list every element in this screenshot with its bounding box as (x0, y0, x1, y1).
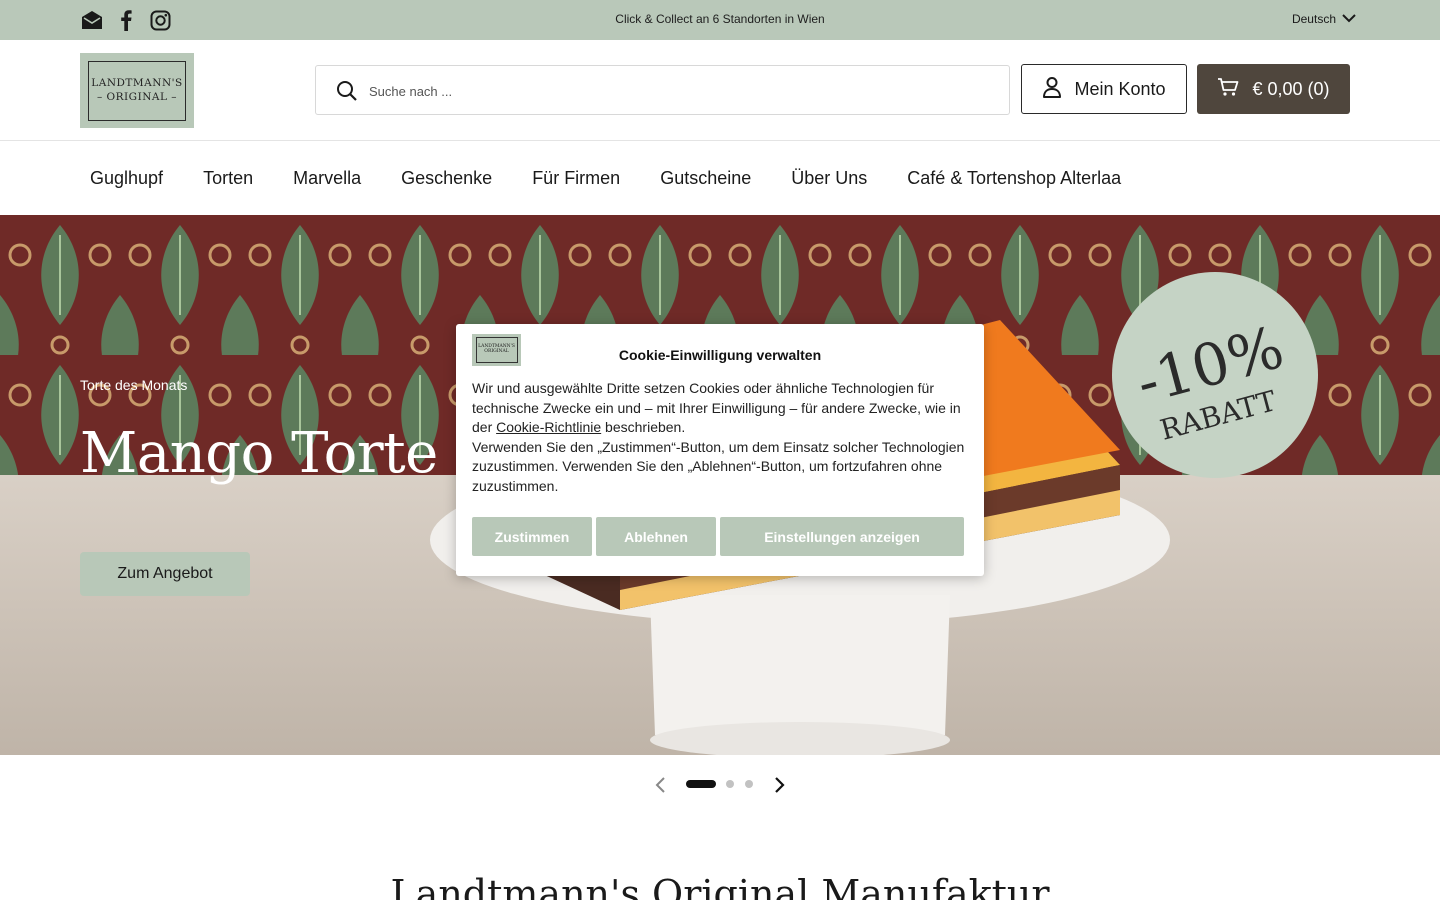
site-logo[interactable]: LANDTMANN'S – ORIGINAL – (80, 53, 194, 128)
logo-line-1: LANDTMANN'S (91, 77, 183, 90)
account-button[interactable]: Mein Konto (1021, 64, 1187, 114)
chevron-down-icon (1342, 12, 1356, 26)
cookie-title: Cookie-Einwilligung verwalten (618, 347, 822, 363)
nav-list: Guglhupf Torten Marvella Geschenke Für Firme… (90, 168, 1121, 189)
cart-label: € 0,00 (0) (1252, 78, 1330, 99)
cookie-text-after-link: beschrieben. (601, 419, 686, 435)
cookie-settings-button[interactable]: Einstellungen anzeigen (720, 517, 964, 556)
main-nav: Guglhupf Torten Marvella Geschenke Für Firme… (0, 141, 1440, 215)
logo-frame: LANDTMANN'S – ORIGINAL – (88, 60, 186, 121)
carousel-controls (650, 772, 790, 798)
language-selector[interactable]: Deutsch (1292, 12, 1356, 26)
nav-item[interactable]: Geschenke (401, 168, 492, 189)
chevron-right-icon[interactable] (774, 776, 786, 799)
nav-item[interactable]: Über Uns (791, 168, 867, 189)
discount-badge: -10% RABATT (1112, 272, 1318, 478)
promo-text: Click & Collect an 6 Standorten in Wien (615, 12, 825, 26)
nav-item[interactable]: Gutscheine (660, 168, 751, 189)
language-label: Deutsch (1291, 12, 1336, 26)
nav-item[interactable]: Marvella (293, 168, 361, 189)
carousel-dot[interactable] (745, 780, 753, 788)
logo-line-2: – ORIGINAL – (96, 90, 178, 103)
account-label: Mein Konto (1074, 78, 1166, 99)
cookie-text: Wir und ausgewählte Dritte setzen Cookie… (472, 379, 972, 496)
search-icon[interactable] (336, 80, 358, 107)
section-title: Landtmann's Original Manufaktur (390, 872, 1050, 900)
carousel-dot-active[interactable] (686, 780, 716, 788)
search-box (315, 65, 1010, 115)
hero-eyebrow: Torte des Monats (80, 377, 188, 393)
hero-cta-button[interactable]: Zum Angebot (80, 552, 250, 596)
nav-item[interactable]: Guglhupf (90, 168, 163, 189)
cart-icon (1217, 77, 1239, 102)
cookie-text-second: Verwenden Sie den „Zustimmen“-Button, um… (472, 438, 965, 494)
site-header: LANDTMANN'S – ORIGINAL – Mein Konto € 0,… (0, 40, 1440, 141)
carousel-dot[interactable] (726, 780, 734, 788)
hero-title: Mango Torte (80, 421, 438, 486)
cookie-policy-link[interactable]: Cookie-Richtlinie (496, 419, 601, 435)
cart-button[interactable]: € 0,00 (0) (1197, 64, 1350, 114)
user-icon (1042, 76, 1062, 103)
search-input[interactable] (369, 78, 969, 104)
nav-item[interactable]: Torten (203, 168, 253, 189)
nav-item[interactable]: Für Firmen (532, 168, 620, 189)
top-bar: Click & Collect an 6 Standorten in Wien … (0, 0, 1440, 40)
cookie-dialog: LANDTMANN'S ORIGINAL Cookie-Einwilligung… (456, 324, 984, 576)
cookie-reject-button[interactable]: Ablehnen (596, 517, 716, 556)
cookie-accept-button[interactable]: Zustimmen (472, 517, 592, 556)
chevron-left-icon[interactable] (654, 776, 666, 799)
nav-item[interactable]: Café & Tortenshop Alterlaa (907, 168, 1121, 189)
